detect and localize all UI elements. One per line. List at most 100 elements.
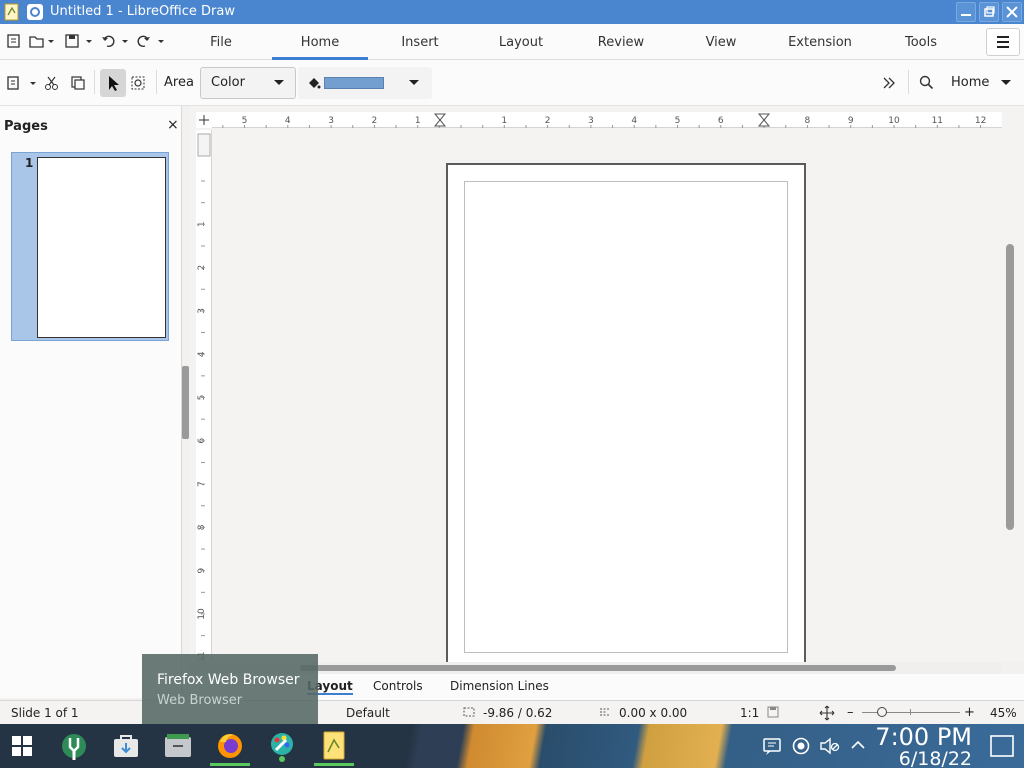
sidebar-collapse-handle[interactable] (182, 366, 189, 439)
copy-icon[interactable] (70, 75, 86, 91)
slide-indicator: Slide 1 of 1 (11, 706, 79, 720)
horizontal-scrollbar-thumb[interactable] (300, 665, 896, 671)
clock-time: 7:00 PM (875, 723, 972, 751)
size-icon (598, 705, 612, 719)
page-thumbnail-number: 1 (25, 156, 34, 170)
chevron-down-icon (408, 79, 420, 87)
position-icon (462, 705, 476, 719)
more-options-icon[interactable] (881, 75, 897, 91)
left-margin-marker[interactable] (433, 113, 447, 127)
fit-page-icon[interactable] (819, 705, 835, 721)
minimize-button[interactable] (956, 2, 976, 22)
paint-bucket-icon (306, 75, 322, 91)
show-desktop-button[interactable] (990, 735, 1014, 757)
zoom-and-pan-icon[interactable] (130, 75, 146, 91)
libreoffice-draw-app-icon (4, 3, 20, 21)
area-label: Area (164, 75, 194, 90)
clock[interactable]: 7:00 PM 6/18/22 (872, 724, 972, 768)
page-thumbnail[interactable]: 1 (11, 152, 169, 341)
close-panel-button[interactable]: × (167, 117, 179, 133)
document-modified-icon (767, 706, 779, 718)
notifications-icon[interactable] (762, 736, 782, 756)
tab-file[interactable]: File (210, 35, 232, 50)
vertical-ruler-ticks: 1234567891011 (197, 133, 211, 660)
notebookbar-tabs: File Home Insert Layout Review View Exte… (0, 24, 1024, 60)
save-icon[interactable] (64, 33, 96, 49)
horizontal-ruler-ticks: 54321123456789101112 (222, 113, 986, 128)
cursor-position: -9.86 / 0.62 (483, 706, 553, 720)
undo-icon[interactable] (100, 33, 132, 49)
maximize-button[interactable] (979, 2, 999, 22)
ruler-tick-label: 4 (285, 116, 291, 126)
area-fill-type-dropdown[interactable]: Color (200, 67, 296, 99)
tab-extension[interactable]: Extension (788, 35, 852, 50)
ruler-tick-label: 11 (932, 116, 943, 126)
file-manager-icon[interactable] (158, 726, 198, 766)
discover-store-icon[interactable] (106, 726, 146, 766)
cut-icon[interactable] (44, 75, 60, 91)
ruler-tick-label: 3 (328, 116, 334, 126)
start-menu-button[interactable] (2, 726, 42, 766)
ruler-tick-label: 4 (631, 116, 637, 126)
firefox-icon[interactable] (210, 726, 250, 766)
tab-review[interactable]: Review (598, 35, 644, 50)
pages-panel: Pages × 1 (0, 106, 182, 698)
ruler-tick-label: 3 (588, 116, 594, 126)
tab-view[interactable]: View (706, 35, 737, 50)
vertical-scrollbar-thumb[interactable] (1006, 244, 1014, 530)
ruler-tick-label: 1 (415, 116, 421, 126)
tooltip-subtitle: Web Browser (157, 693, 243, 708)
active-indicator (314, 763, 354, 766)
ruler-tick-label: 5 (242, 116, 248, 126)
home-dropdown-label[interactable]: Home (951, 75, 989, 90)
close-window-button[interactable] (1002, 2, 1022, 22)
new-document-icon[interactable] (6, 33, 22, 49)
layer-tab-dimension-lines[interactable]: Dimension Lines (450, 679, 549, 693)
libreoffice-draw-taskbar-icon[interactable] (314, 726, 354, 766)
window-menu-icon[interactable] (26, 3, 44, 21)
window-title: Untitled 1 - LibreOffice Draw (50, 4, 235, 19)
drawing-page[interactable] (446, 163, 806, 671)
vertical-scrollbar[interactable] (1002, 106, 1024, 662)
layer-tab-controls[interactable]: Controls (373, 679, 423, 693)
taskbar-tooltip: Firefox Web Browser Web Browser (142, 654, 318, 724)
page-margins (464, 181, 788, 653)
zoom-in-button[interactable]: + (964, 705, 975, 720)
ruler-tick-label: 12 (975, 116, 986, 126)
zoom-slider-knob[interactable] (877, 707, 887, 717)
scale-factor: 1:1 (740, 706, 760, 720)
fill-color-dropdown[interactable] (298, 67, 432, 99)
ruler-tick-label: 5 (675, 116, 681, 126)
open-folder-icon[interactable] (28, 33, 56, 49)
master-page-name[interactable]: Default (346, 706, 390, 720)
top-margin-marker[interactable] (197, 133, 211, 157)
title-bar: Untitled 1 - LibreOffice Draw (0, 0, 1024, 24)
tab-tools[interactable]: Tools (905, 35, 937, 50)
kolourpaint-icon[interactable] (262, 726, 302, 766)
menu-button[interactable] (986, 28, 1020, 56)
zoom-slider[interactable] (862, 707, 960, 717)
object-size: 0.00 x 0.00 (619, 706, 688, 720)
drawing-canvas[interactable] (214, 130, 1002, 671)
search-icon[interactable] (919, 75, 935, 91)
horizontal-ruler: 54321123456789101112 (212, 112, 1002, 128)
ruler-tick-label: 2 (372, 116, 378, 126)
redo-icon[interactable] (136, 33, 168, 49)
paste-icon[interactable] (6, 75, 38, 91)
network-icon[interactable] (791, 736, 811, 756)
ruler-tick-label: 9 (848, 116, 854, 126)
tooltip-title: Firefox Web Browser (157, 672, 300, 688)
select-tool-button[interactable] (100, 69, 126, 97)
zoom-out-button[interactable]: – (847, 705, 854, 720)
ruler-corner (196, 112, 212, 128)
chevron-up-icon[interactable] (850, 737, 866, 753)
system-settings-icon[interactable] (54, 726, 94, 766)
tab-insert[interactable]: Insert (401, 35, 438, 50)
area-fill-type-value: Color (211, 75, 245, 90)
vertical-ruler: 1234567891011 (196, 130, 212, 660)
tab-layout[interactable]: Layout (499, 35, 543, 50)
zoom-level[interactable]: 45% (990, 706, 1017, 720)
tab-home[interactable]: Home (301, 35, 339, 50)
chevron-down-icon[interactable] (1000, 79, 1012, 87)
volume-muted-icon[interactable] (819, 736, 841, 756)
